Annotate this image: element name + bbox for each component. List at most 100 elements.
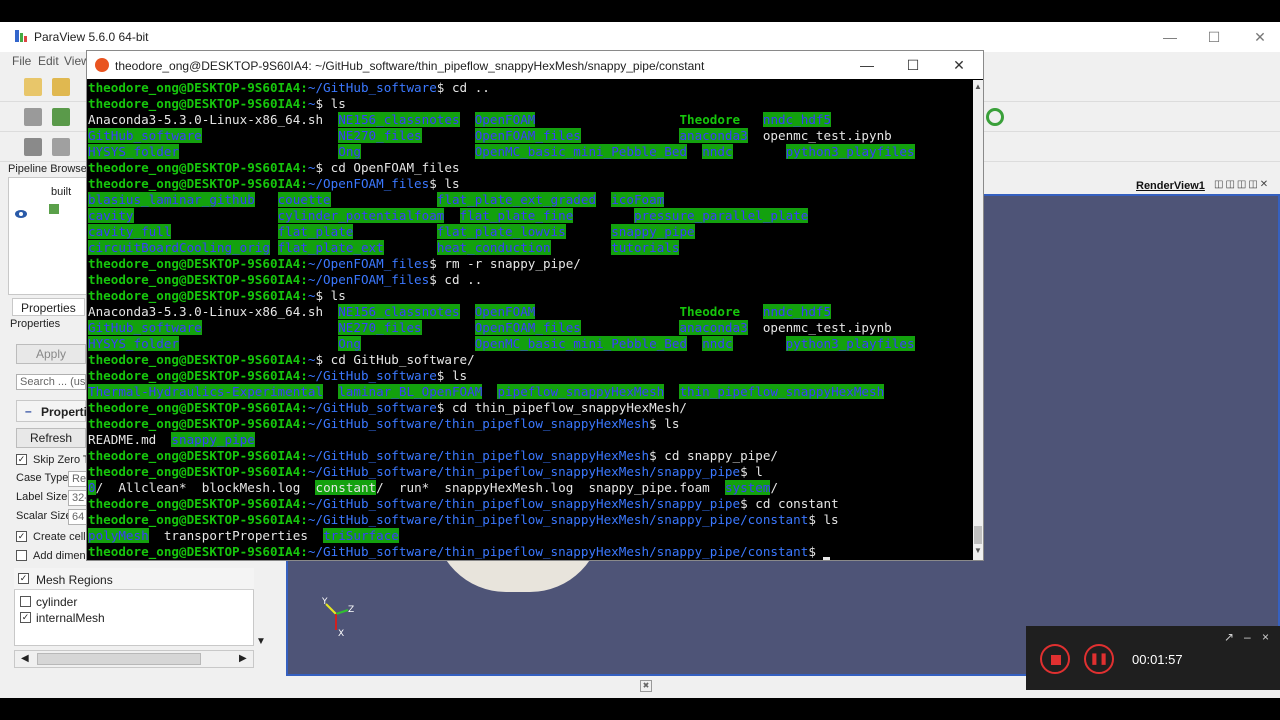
terminal-line: GitHub_software NE270_files OpenFOAM_fil…: [88, 128, 915, 144]
eye-icon[interactable]: [15, 206, 27, 218]
terminal-text-segment: python3_playfiles: [785, 144, 915, 159]
save-state-icon[interactable]: [24, 108, 42, 126]
stop-recording-button[interactable]: [1040, 644, 1070, 674]
open-folder-icon[interactable]: [24, 78, 42, 96]
orientation-axes-icon: Y Z X: [312, 596, 360, 644]
scroll-left-icon[interactable]: ◀: [21, 653, 29, 664]
mesh-regions-label: Mesh Regions: [36, 573, 113, 587]
pause-recording-button[interactable]: ❚❚: [1084, 644, 1114, 674]
cylinder-checkbox[interactable]: [20, 596, 31, 607]
add-dimension-label: Add dimen: [33, 550, 86, 562]
recorder-minimize-icon[interactable]: –: [1244, 630, 1251, 644]
terminal-titlebar[interactable]: theodore_ong@DESKTOP-9S60IA4: ~/GitHub_s…: [87, 51, 983, 79]
apply-button[interactable]: Apply: [16, 344, 86, 364]
terminal-scroll-thumb[interactable]: [974, 526, 982, 544]
terminal-output: theodore_ong@DESKTOP-9S60IA4:~/GitHub_so…: [88, 80, 915, 560]
close-icon[interactable]: ✕: [1240, 26, 1280, 48]
create-cell-checkbox[interactable]: ✓: [16, 531, 27, 542]
terminal-close-icon[interactable]: ✕: [939, 53, 979, 77]
recorder-close-icon[interactable]: ×: [1262, 630, 1269, 644]
terminal-text-segment: ~/OpenFOAM_files: [307, 256, 430, 271]
terminal-text-segment: circuitBoardCooling_orig: [88, 240, 270, 255]
properties-group-header[interactable]: – Properti: [16, 400, 87, 422]
open-recent-icon[interactable]: [52, 78, 70, 96]
scroll-thumb[interactable]: [37, 653, 201, 665]
refresh-button[interactable]: Refresh: [16, 428, 86, 448]
paraview-titlebar: ParaView 5.6.0 64-bit — ☐ ✕: [0, 22, 1280, 52]
pipeline-browser: built: [8, 177, 92, 295]
render-view-label[interactable]: RenderView1: [1136, 180, 1205, 192]
expand-icon[interactable]: ↗: [1224, 630, 1234, 644]
terminal-line: theodore_ong@DESKTOP-9S60IA4:~$ cd OpenF…: [88, 160, 915, 176]
view-split-icons[interactable]: ◫◫◫◫✕: [1214, 179, 1270, 190]
axis-z-label: Z: [348, 605, 354, 615]
reset-camera-icon[interactable]: [986, 108, 1004, 126]
search-input[interactable]: Search ... (use: [16, 374, 86, 390]
terminal-text-segment: $ rm -r snappy_pipe/: [429, 256, 581, 271]
calculator-icon[interactable]: [24, 138, 42, 156]
pipeline-item-builtin[interactable]: built: [51, 186, 71, 198]
terminal-line: blasius_laminar_github couette flat_plat…: [88, 192, 915, 208]
terminal-text-segment: Theodore: [679, 304, 741, 319]
terminal-maximize-icon[interactable]: ☐: [893, 53, 933, 77]
terminal-text-segment: constant: [315, 480, 377, 495]
data-icon[interactable]: [52, 108, 70, 126]
mesh-regions-all-checkbox[interactable]: ✓: [18, 573, 29, 584]
scroll-right-icon[interactable]: ▶: [239, 653, 247, 664]
tab-properties[interactable]: Properties: [12, 298, 85, 316]
stop-icon: [1051, 655, 1061, 665]
terminal-scroll-down-icon[interactable]: ▼: [974, 546, 982, 555]
terminal-minimize-icon[interactable]: —: [847, 53, 887, 77]
mesh-region-item[interactable]: internalMesh: [36, 611, 105, 625]
terminal-text-segment: OpenMC_basic_mini_Pebble_Bed: [474, 336, 688, 351]
terminal-text-segment: README.md: [88, 432, 172, 447]
terminal-text-segment: Theodore: [679, 112, 741, 127]
label-size-select[interactable]: 32-: [68, 490, 88, 506]
terminal-text-segment: ~/GitHub_software/thin_pipeflow_snappyHe…: [307, 464, 741, 479]
terminal-text-segment: ~/GitHub_software/thin_pipeflow_snappyHe…: [307, 544, 809, 559]
menu-file[interactable]: File: [12, 54, 31, 68]
case-type-label: Case Type: [16, 472, 69, 484]
scroll-down-icon[interactable]: ▼: [256, 636, 266, 647]
horizontal-scrollbar[interactable]: ◀ ▶: [14, 650, 254, 668]
terminal-text-segment: cavity: [88, 208, 134, 223]
terminal-text-segment: flat_plate_ext_graded: [436, 192, 597, 207]
minimize-icon[interactable]: —: [1150, 26, 1190, 48]
terminal-line: circuitBoardCooling_orig flat_plate_ext …: [88, 240, 915, 256]
scalar-size-select[interactable]: 64: [68, 509, 88, 525]
internalmesh-checkbox[interactable]: ✓: [20, 612, 31, 623]
terminal-text-segment: Anaconda3-5.3.0-Linux-x86_64.sh: [88, 304, 339, 319]
skip-zero-checkbox[interactable]: ✓: [16, 454, 27, 465]
terminal-text-segment: ~/OpenFOAM_files: [307, 176, 430, 191]
add-dimension-checkbox[interactable]: [16, 550, 27, 561]
case-type-select[interactable]: Rec: [68, 471, 88, 487]
terminal-text-segment: /: [770, 480, 779, 495]
menu-edit[interactable]: Edit: [38, 54, 59, 68]
terminal-text-segment: ~/GitHub_software: [307, 80, 437, 95]
maximize-icon[interactable]: ☐: [1194, 26, 1234, 48]
mesh-regions-header[interactable]: ✓ Mesh Regions: [14, 568, 254, 590]
splitter-handle-icon[interactable]: ✖: [640, 680, 652, 692]
terminal-line: cavity_full flat_plate flat_plate_lowvis…: [88, 224, 915, 240]
terminal-scroll-up-icon[interactable]: ▲: [974, 82, 982, 91]
terminal-line: README.md snappy_pipe: [88, 432, 915, 448]
terminal-text-segment: NE270_files: [338, 128, 422, 143]
terminal-body[interactable]: theodore_ong@DESKTOP-9S60IA4:~/GitHub_so…: [87, 80, 973, 560]
mesh-region-item[interactable]: cylinder: [36, 595, 77, 609]
terminal-text-segment: ~/GitHub_software: [307, 400, 437, 415]
terminal-text-segment: $ ls: [315, 288, 346, 303]
terminal-line: theodore_ong@DESKTOP-9S60IA4:~/OpenFOAM_…: [88, 176, 915, 192]
tool-icon[interactable]: [52, 138, 70, 156]
terminal-scrollbar[interactable]: ▲ ▼: [973, 80, 983, 560]
